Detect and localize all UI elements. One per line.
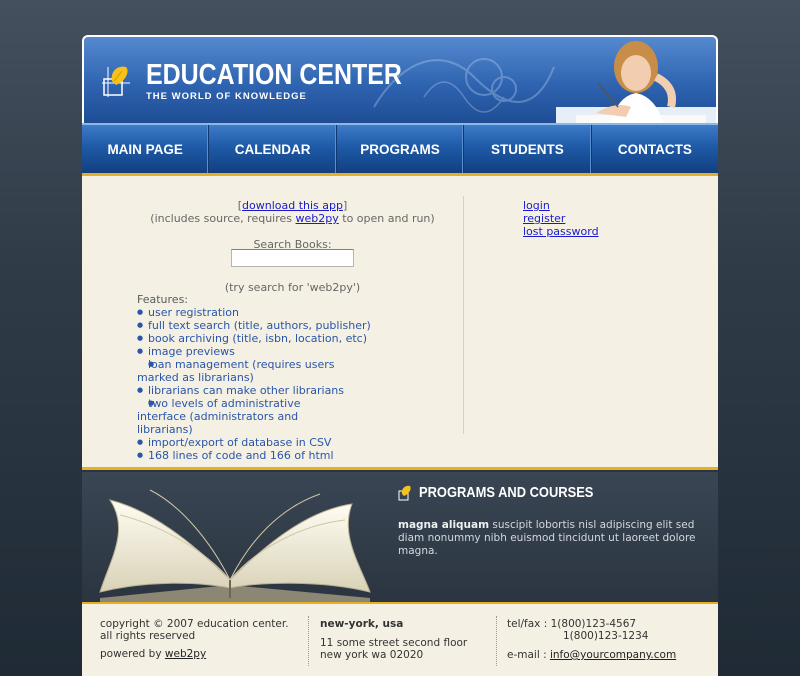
site-header: EDUCATION CENTER THE WORLD OF KNOWLEDGE — [82, 35, 718, 123]
page-container: EDUCATION CENTER THE WORLD OF KNOWLEDGE … — [82, 35, 718, 676]
footer-city: new-york, usa — [320, 618, 404, 630]
site-footer: copyright © 2007 education center. all r… — [82, 602, 718, 676]
footer-address-line1: 11 some street second floor — [320, 637, 468, 649]
feature-item: librarians can make other librarians — [137, 384, 387, 397]
logo-icon — [102, 66, 130, 97]
feature-item: 168 lines of code and 166 of html — [137, 449, 387, 462]
includes-prefix: (includes source, requires — [150, 212, 296, 225]
nav-calendar[interactable]: CALENDAR — [209, 125, 337, 173]
footer-copyright-col: copyright © 2007 education center. all r… — [100, 618, 300, 660]
account-links: login register lost password — [523, 199, 599, 238]
feature-item: loan management (requires users marked a… — [137, 358, 377, 384]
feature-item: image previews — [137, 345, 387, 358]
login-link[interactable]: login — [523, 199, 599, 212]
features-list: user registration full text search (titl… — [137, 306, 387, 462]
tel-label: tel/fax : — [507, 618, 548, 630]
feature-item: book archiving (title, isbn, location, e… — [137, 332, 387, 345]
lost-password-link[interactable]: lost password — [523, 225, 599, 238]
footer-web2py-link[interactable]: web2py — [165, 648, 206, 660]
email-link[interactable]: info@yourcompany.com — [550, 649, 676, 661]
features-title: Features: — [137, 293, 189, 306]
email-label: e-mail : — [507, 649, 547, 661]
feature-item: import/export of database in CSV — [137, 436, 387, 449]
feature-item: two levels of administrative interface (… — [137, 397, 347, 436]
column-divider — [463, 196, 464, 434]
programs-lead: magna aliquam — [398, 519, 490, 531]
feature-item: user registration — [137, 306, 387, 319]
bracket-close: ] — [342, 199, 348, 212]
download-line: [download this app] — [82, 199, 503, 212]
programs-title: PROGRAMS AND COURSES — [419, 484, 594, 501]
open-book-image — [99, 489, 371, 605]
footer-contact-col: tel/fax : 1(800)123-4567 1(800)123-1234 … — [507, 618, 676, 661]
footer-divider — [308, 616, 309, 666]
includes-line: (includes source, requires web2py to ope… — [82, 212, 503, 225]
nav-students[interactable]: STUDENTS — [464, 125, 592, 173]
tel-row: tel/fax : 1(800)123-4567 — [507, 618, 676, 630]
footer-address-line2: new york wa 02020 — [320, 649, 424, 661]
site-title: EDUCATION CENTER — [146, 59, 402, 91]
includes-suffix: to open and run) — [338, 212, 435, 225]
register-link[interactable]: register — [523, 212, 599, 225]
web2py-link[interactable]: web2py — [296, 212, 339, 225]
footer-divider — [496, 616, 497, 666]
feature-item: full text search (title, authors, publis… — [137, 319, 387, 332]
powered-by: powered by web2py — [100, 648, 300, 660]
main-nav: MAIN PAGE CALENDAR PROGRAMS STUDENTS CON… — [82, 123, 718, 176]
email-row: e-mail : info@yourcompany.com — [507, 649, 676, 661]
nav-contacts[interactable]: CONTACTS — [592, 125, 718, 173]
student-illustration — [556, 41, 716, 123]
powered-prefix: powered by — [100, 648, 165, 660]
tel-row-2: 1(800)123-1234 — [507, 630, 676, 642]
nav-programs[interactable]: PROGRAMS — [337, 125, 465, 173]
tel-number-2: 1(800)123-1234 — [563, 630, 649, 642]
main-content: [download this app] (includes source, re… — [82, 176, 718, 466]
copyright-text: copyright © 2007 education center. all r… — [100, 618, 289, 642]
footer-address-col: new-york, usa 11 some street second floo… — [320, 618, 467, 661]
programs-band: PROGRAMS AND COURSES magna aliquam susci… — [82, 467, 718, 605]
programs-icon — [398, 485, 411, 501]
tel-number-1: 1(800)123-4567 — [550, 618, 637, 630]
search-books-input[interactable] — [231, 249, 354, 267]
programs-description: magna aliquam suscipit lobortis nisl adi… — [398, 519, 698, 558]
nav-main-page[interactable]: MAIN PAGE — [82, 125, 210, 173]
site-subtitle: THE WORLD OF KNOWLEDGE — [146, 91, 307, 102]
download-app-link[interactable]: download this app — [242, 199, 343, 212]
